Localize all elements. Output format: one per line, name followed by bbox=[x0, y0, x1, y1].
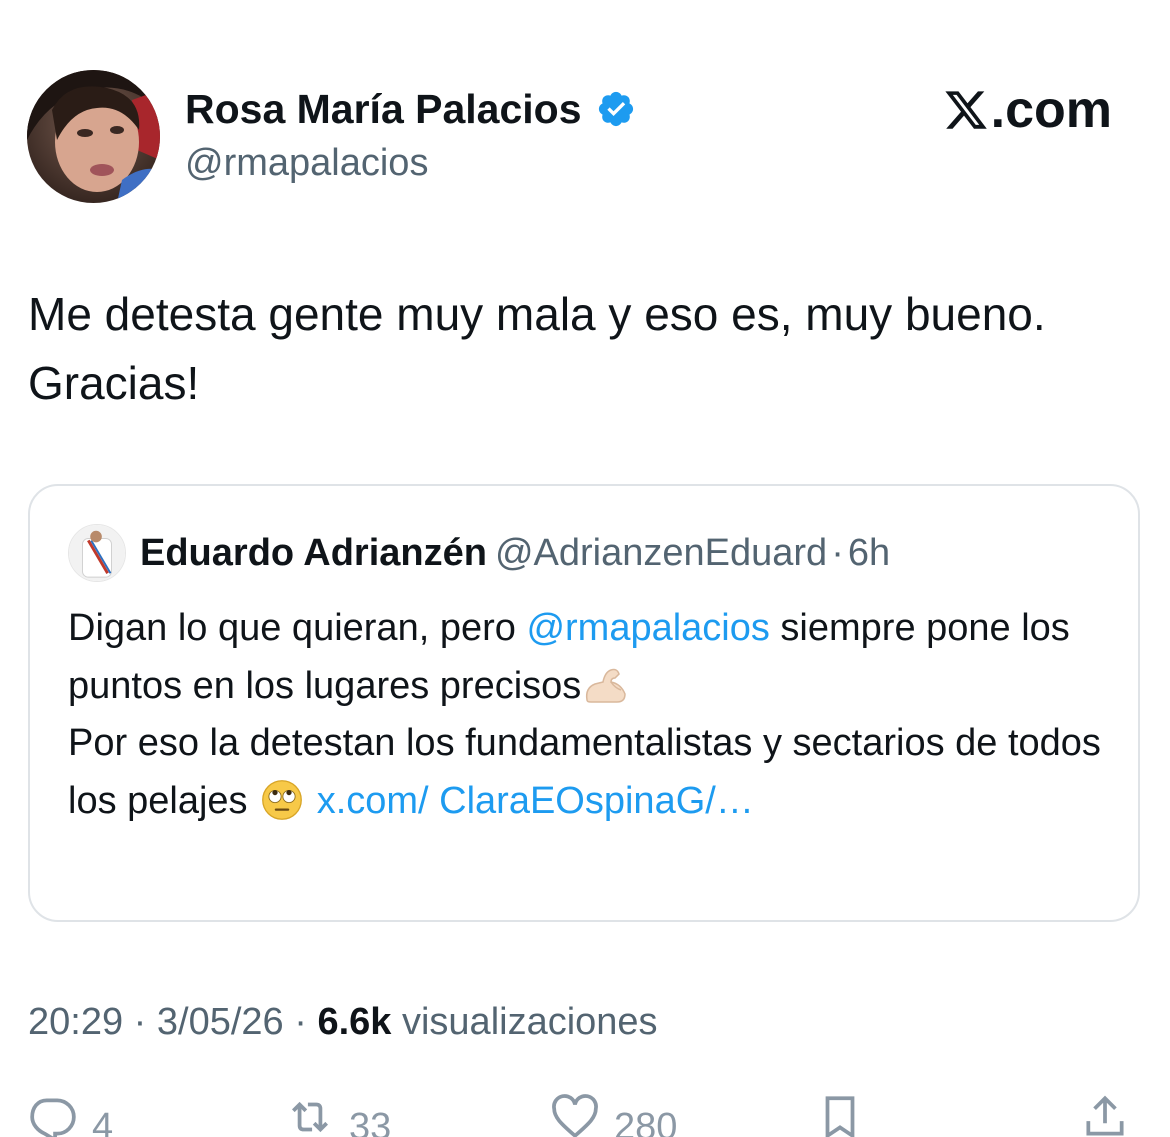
reply-button[interactable]: 4 bbox=[28, 1092, 113, 1137]
brand-text: .com bbox=[990, 81, 1112, 139]
quoted-tweet-text: Digan lo que quieran, pero @rmapalacios … bbox=[68, 600, 1108, 830]
quoted-text-part-1: Digan lo que quieran, pero bbox=[68, 607, 527, 649]
author-handle[interactable]: @rmapalacios bbox=[185, 140, 428, 186]
profile-photo-icon bbox=[27, 70, 160, 203]
bookmark-button[interactable] bbox=[815, 1092, 865, 1137]
retweet-icon bbox=[292, 1101, 328, 1133]
quoted-profile-photo-icon bbox=[69, 525, 125, 581]
meta-separator-2: · bbox=[283, 1001, 318, 1043]
meta-separator-1: · bbox=[123, 1001, 157, 1043]
like-count: 280 bbox=[614, 1106, 678, 1137]
heart-icon bbox=[552, 1094, 598, 1137]
bookmark-icon bbox=[825, 1096, 855, 1137]
retweet-button[interactable]: 33 bbox=[285, 1092, 391, 1137]
reply-count: 4 bbox=[92, 1106, 114, 1137]
quoted-url-link[interactable]: x.com/ ClaraEOspinaG/… bbox=[317, 780, 754, 822]
brand-watermark: .com bbox=[943, 82, 1112, 138]
like-button[interactable]: 280 bbox=[550, 1092, 677, 1137]
views-count: 6.6k bbox=[317, 1001, 392, 1043]
views-label: visualizaciones bbox=[391, 1001, 658, 1043]
tweet-date[interactable]: 3/05/26 bbox=[157, 1001, 284, 1043]
tweet-text: Me detesta gente muy mala y eso es, muy … bbox=[28, 280, 1153, 418]
author-name-row[interactable]: Rosa María Palacios bbox=[185, 85, 636, 133]
tweet-text-line-2: Gracias! bbox=[28, 357, 200, 409]
quoted-author-handle[interactable]: @AdrianzenEduard bbox=[495, 532, 827, 574]
quoted-mention-link[interactable]: @rmapalacios bbox=[526, 607, 769, 649]
verified-badge-icon bbox=[596, 89, 636, 129]
flexed-biceps-icon bbox=[581, 664, 629, 706]
quoted-timestamp[interactable]: 6h bbox=[848, 532, 890, 574]
share-icon bbox=[1086, 1095, 1124, 1136]
tweet-time[interactable]: 20:29 bbox=[28, 1001, 123, 1043]
author-name[interactable]: Rosa María Palacios bbox=[185, 85, 582, 133]
tweet-meta: 20:29 · 3/05/26 · 6.6k visualizaciones bbox=[28, 997, 658, 1047]
author-avatar[interactable] bbox=[27, 70, 160, 203]
x-logo-icon bbox=[945, 91, 987, 129]
reply-icon bbox=[30, 1098, 76, 1137]
quoted-author-name[interactable]: Eduardo Adrianzén bbox=[140, 532, 487, 574]
retweet-count: 33 bbox=[349, 1106, 392, 1137]
quoted-author-avatar[interactable] bbox=[68, 524, 126, 582]
action-bar: 4 33 280 bbox=[0, 1092, 1170, 1137]
quoted-header: Eduardo Adrianzén @AdrianzenEduard · 6h bbox=[140, 530, 890, 576]
face-with-rolling-eyes-icon bbox=[258, 779, 306, 821]
share-button[interactable] bbox=[1080, 1092, 1130, 1137]
quoted-separator: · bbox=[831, 532, 844, 574]
tweet-text-line-1: Me detesta gente muy mala y eso es, muy … bbox=[28, 288, 1046, 340]
quoted-tweet-card[interactable]: Eduardo Adrianzén @AdrianzenEduard · 6h Dig… bbox=[28, 484, 1140, 922]
